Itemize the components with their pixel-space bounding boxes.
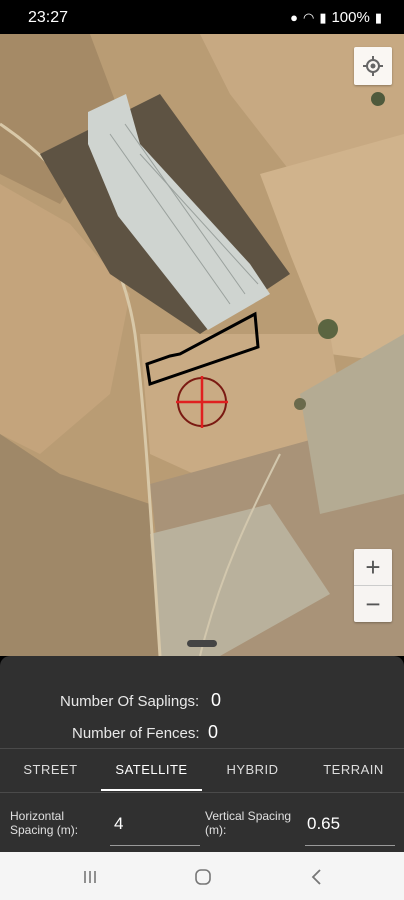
- saplings-stat: Number Of Saplings: 0: [60, 690, 221, 710]
- zoom-controls: + −: [354, 549, 392, 622]
- saplings-value: 0: [211, 690, 222, 710]
- vertical-spacing-label: Vertical Spacing (m):: [205, 809, 292, 837]
- back-icon[interactable]: [310, 868, 324, 886]
- crosshair-target-icon: [176, 376, 228, 428]
- fences-label: Number of Fences:: [72, 725, 200, 742]
- tab-street[interactable]: STREET: [0, 749, 101, 791]
- location-icon: ●: [290, 10, 298, 25]
- tab-terrain[interactable]: TERRAIN: [303, 749, 404, 791]
- tab-satellite[interactable]: SATELLITE: [101, 749, 202, 791]
- zoom-in-button[interactable]: +: [354, 549, 392, 585]
- map-imagery: [0, 34, 404, 656]
- signal-icon: ▮: [319, 9, 327, 25]
- clock: 23:27: [28, 9, 69, 26]
- satellite-map[interactable]: + −: [0, 34, 404, 656]
- tab-hybrid[interactable]: HYBRID: [202, 749, 303, 791]
- status-icons: ● ◠ ▮ 100% ▮: [290, 9, 382, 26]
- saplings-label: Number Of Saplings:: [60, 693, 200, 710]
- status-bar: 23:27 ● ◠ ▮ 100% ▮: [0, 0, 404, 34]
- my-location-button[interactable]: [354, 47, 392, 85]
- recent-apps-icon[interactable]: [82, 869, 98, 885]
- spacing-divider: [0, 792, 404, 793]
- vertical-input-underline: [305, 845, 395, 846]
- panel-drag-handle[interactable]: [187, 640, 217, 647]
- horizontal-input-underline: [110, 845, 200, 846]
- wifi-icon: ◠: [302, 9, 315, 25]
- battery-percent: 100%: [331, 9, 370, 26]
- horizontal-spacing-input[interactable]: 4: [114, 814, 123, 834]
- map-type-tabs: STREET SATELLITE HYBRID TERRAIN: [0, 749, 404, 791]
- vertical-spacing-input[interactable]: 0.65: [307, 814, 340, 834]
- home-icon[interactable]: [194, 868, 212, 886]
- fences-value: 0: [208, 722, 219, 742]
- system-nav-bar: [0, 852, 404, 900]
- my-location-icon: [363, 56, 383, 76]
- zoom-out-button[interactable]: −: [354, 586, 392, 622]
- battery-icon: ▮: [374, 9, 382, 25]
- horizontal-spacing-label: Horizontal Spacing (m):: [10, 809, 79, 837]
- fences-stat: Number of Fences: 0: [72, 722, 218, 742]
